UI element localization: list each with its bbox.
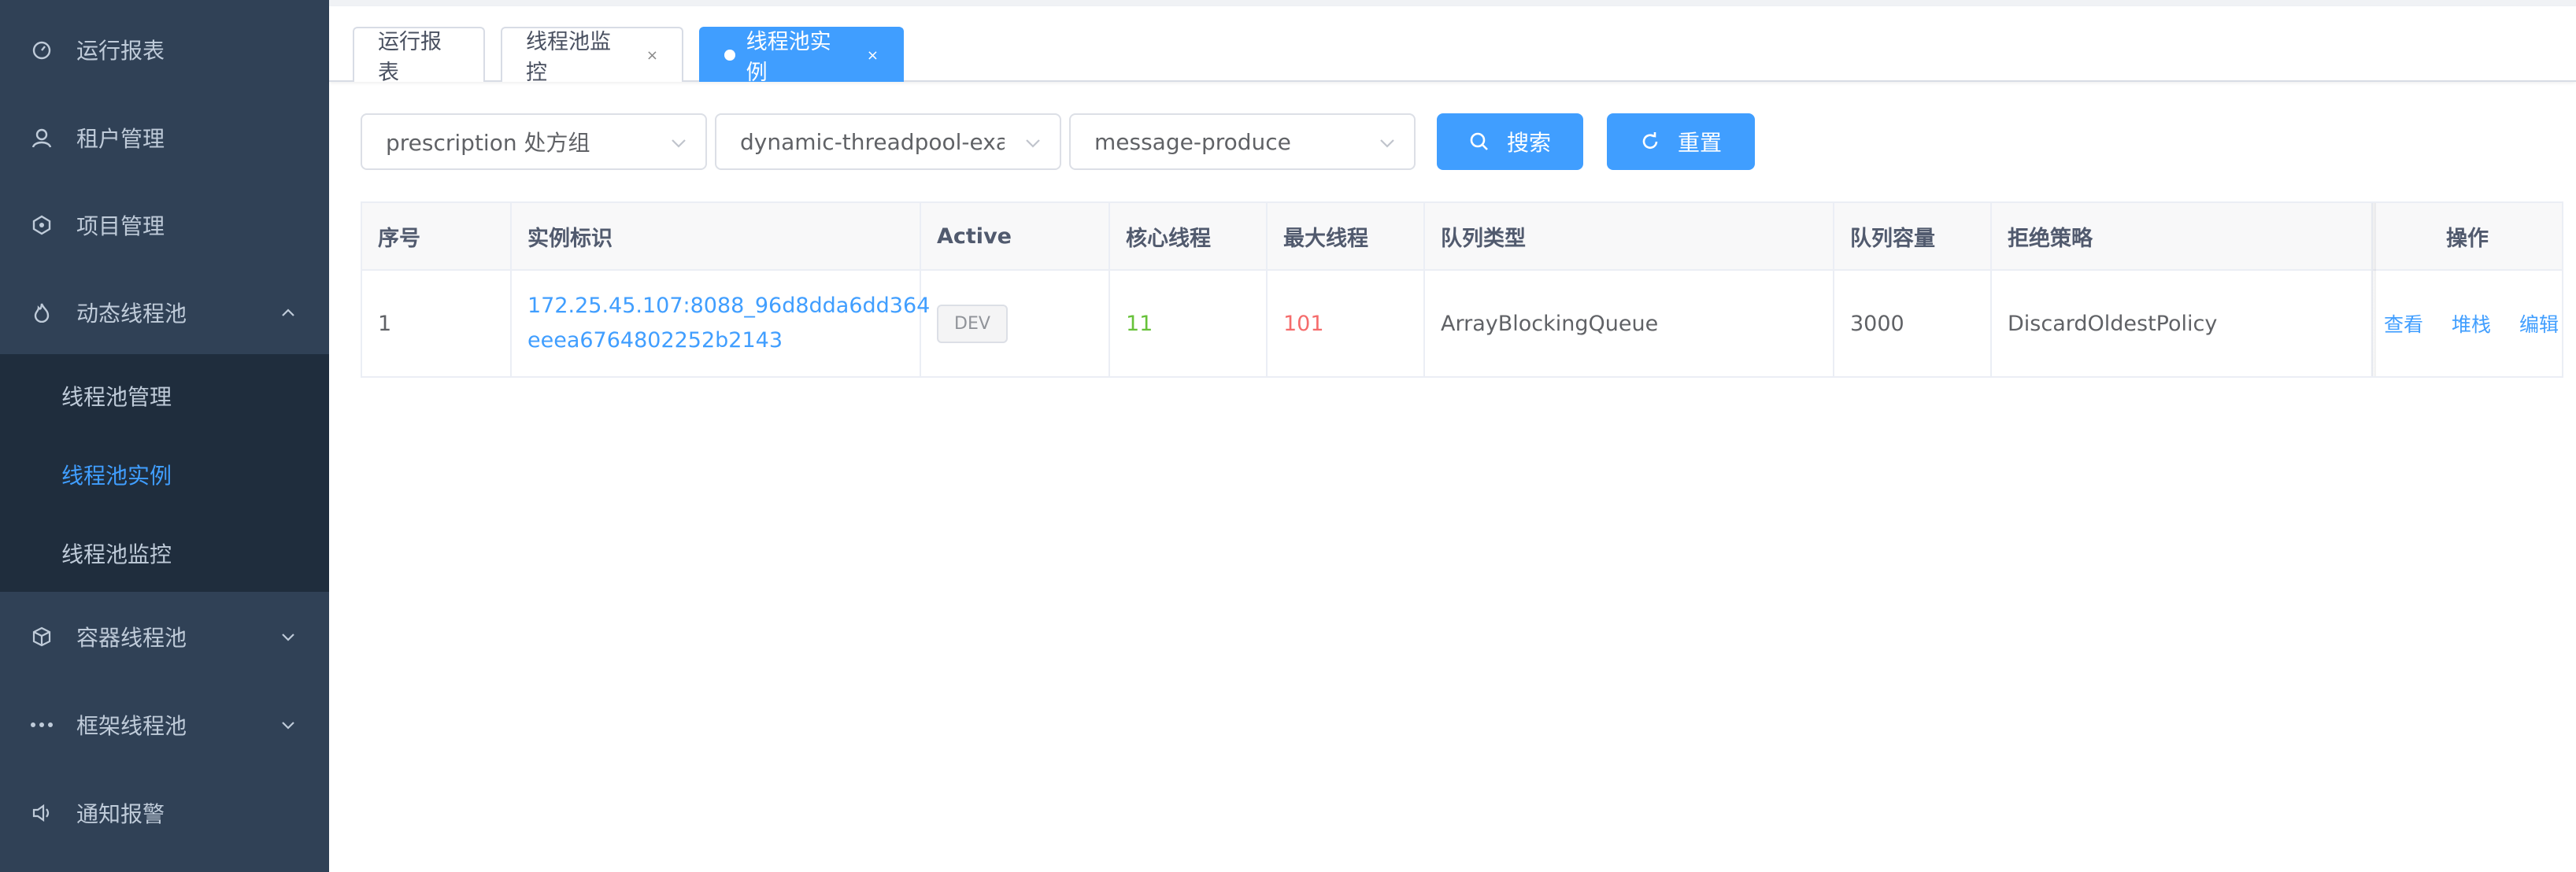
search-button-label: 搜索 bbox=[1506, 130, 1551, 156]
table-cell-reject-policy: DiscardOldestPolicy bbox=[1992, 271, 2373, 376]
sidebar-item-threadpool-instance[interactable]: 线程池实例 bbox=[0, 435, 329, 514]
tags-view-bar: 运行报表 线程池监控 × 线程池实例 × bbox=[329, 6, 2576, 85]
chevron-down-icon bbox=[672, 139, 686, 148]
sidebar-item-threadpool-monitor[interactable]: 线程池监控 bbox=[0, 514, 329, 593]
table-cell-index: 1 bbox=[362, 271, 512, 376]
table-cell-queue-capacity: 3000 bbox=[1834, 271, 1992, 376]
tag-label: 线程池实例 bbox=[746, 30, 831, 85]
instance-id-line1: 172.25.45.107:8088_96d8dda6dd364 bbox=[527, 294, 931, 318]
table-cell-active: DEV bbox=[921, 271, 1110, 376]
tag-threadpool-monitor[interactable]: 线程池监控 × bbox=[501, 27, 683, 85]
reset-button-label: 重置 bbox=[1677, 130, 1722, 156]
sidebar-item-label: 租户管理 bbox=[76, 126, 165, 152]
sidebar-item-label: 线程池管理 bbox=[61, 384, 172, 410]
sidebar-item-label: 容器线程池 bbox=[76, 625, 187, 651]
sidebar-item-label: 框架线程池 bbox=[76, 713, 187, 739]
chevron-down-icon bbox=[282, 722, 294, 730]
reset-button[interactable]: 重置 bbox=[1607, 113, 1755, 170]
speaker-icon bbox=[30, 801, 54, 825]
table-header: 最大线程 bbox=[1268, 203, 1425, 271]
close-icon[interactable]: × bbox=[867, 47, 879, 64]
tenant-select-value: prescription 处方组 bbox=[386, 130, 590, 156]
flame-icon bbox=[30, 301, 54, 324]
threadpool-select[interactable]: message-produce bbox=[1069, 113, 1416, 170]
sidebar-item-notify-alarm[interactable]: 通知报警 bbox=[0, 769, 329, 857]
sidebar-item-project[interactable]: 项目管理 bbox=[0, 181, 329, 269]
sidebar-item-framework-threadpool[interactable]: 框架线程池 bbox=[0, 681, 329, 769]
table-header: 实例标识 bbox=[512, 203, 921, 271]
sidebar-item-label: 动态线程池 bbox=[76, 301, 187, 327]
cube-icon bbox=[30, 625, 54, 648]
tag-dashboard[interactable]: 运行报表 bbox=[353, 27, 485, 85]
top-divider bbox=[329, 0, 2576, 6]
active-dot-icon bbox=[724, 50, 735, 61]
tag-label: 线程池监控 bbox=[526, 30, 611, 85]
dashboard-icon bbox=[30, 38, 54, 61]
refresh-icon bbox=[1642, 132, 1658, 149]
table-header: 操作 bbox=[2373, 203, 2562, 271]
item-select[interactable]: dynamic-threadpool-example bbox=[715, 113, 1061, 170]
sidebar-item-label: 线程池监控 bbox=[61, 541, 172, 567]
table-header: 队列类型 bbox=[1425, 203, 1834, 271]
search-icon bbox=[1470, 132, 1488, 150]
chevron-down-icon bbox=[282, 634, 294, 641]
sidebar-item-dynamic-threadpool[interactable]: 动态线程池 bbox=[0, 268, 329, 357]
view-link[interactable]: 查看 bbox=[2384, 309, 2423, 338]
env-badge: DEV bbox=[937, 304, 1008, 343]
sidebar-item-label: 通知报警 bbox=[76, 801, 165, 827]
table-cell-core-threads: 11 bbox=[1110, 271, 1268, 376]
more-icon bbox=[30, 713, 54, 737]
threadpool-select-value: message-produce bbox=[1094, 128, 1291, 155]
sidebar-item-threadpool-manage[interactable]: 线程池管理 bbox=[0, 357, 329, 435]
edit-link[interactable]: 编辑 bbox=[2519, 309, 2559, 338]
tenant-select[interactable]: prescription 处方组 bbox=[361, 113, 707, 170]
submenu-dynamic-threadpool: 线程池管理 线程池实例 线程池监控 bbox=[0, 354, 329, 592]
search-button[interactable]: 搜索 bbox=[1437, 113, 1583, 170]
instance-id-line2: eeea6764802252b2143 bbox=[527, 328, 783, 353]
close-icon[interactable]: × bbox=[646, 47, 658, 64]
sidebar-item-tenant[interactable]: 租户管理 bbox=[0, 94, 329, 182]
table-header: 拒绝策略 bbox=[1992, 203, 2373, 271]
chevron-down-icon bbox=[1380, 139, 1394, 148]
item-select-value: dynamic-threadpool-example bbox=[740, 128, 1005, 155]
table-header: 核心线程 bbox=[1110, 203, 1268, 271]
instance-table: 序号 实例标识 Active 核心线程 最大线程 队列类型 队列容量 拒绝策略 … bbox=[361, 201, 2563, 378]
sidebar-item-container-threadpool[interactable]: 容器线程池 bbox=[0, 593, 329, 681]
instance-id-link[interactable]: 172.25.45.107:8088_96d8dda6dd364 eeea676… bbox=[527, 289, 930, 358]
table-cell-actions: 查看 堆栈 编辑 bbox=[2373, 271, 2562, 376]
tag-label: 运行报表 bbox=[378, 30, 442, 85]
table-cell-queue-type: ArrayBlockingQueue bbox=[1425, 271, 1834, 376]
chevron-up-icon bbox=[282, 309, 294, 316]
tag-threadpool-instance[interactable]: 线程池实例 × bbox=[699, 27, 904, 85]
stack-link[interactable]: 堆栈 bbox=[2452, 309, 2491, 338]
table-header: Active bbox=[921, 203, 1110, 271]
sidebar-item-label: 项目管理 bbox=[76, 213, 165, 239]
table-cell-instance: 172.25.45.107:8088_96d8dda6dd364 eeea676… bbox=[512, 271, 930, 376]
sidebar-item-dashboard[interactable]: 运行报表 bbox=[0, 6, 329, 94]
table-header: 序号 bbox=[362, 203, 512, 271]
sidebar: 运行报表 租户管理 项目管理 动态线程池 线程池管理 线程池实例 线程池监控 容… bbox=[0, 0, 329, 872]
project-icon bbox=[30, 213, 54, 237]
user-icon bbox=[30, 126, 54, 150]
chevron-down-icon bbox=[1026, 139, 1040, 148]
sidebar-item-label: 线程池实例 bbox=[61, 463, 172, 489]
table-header: 队列容量 bbox=[1834, 203, 1992, 271]
sidebar-item-label: 运行报表 bbox=[76, 38, 165, 64]
table-cell-max-threads: 101 bbox=[1268, 271, 1425, 376]
fixed-column-shadow bbox=[2370, 203, 2376, 376]
